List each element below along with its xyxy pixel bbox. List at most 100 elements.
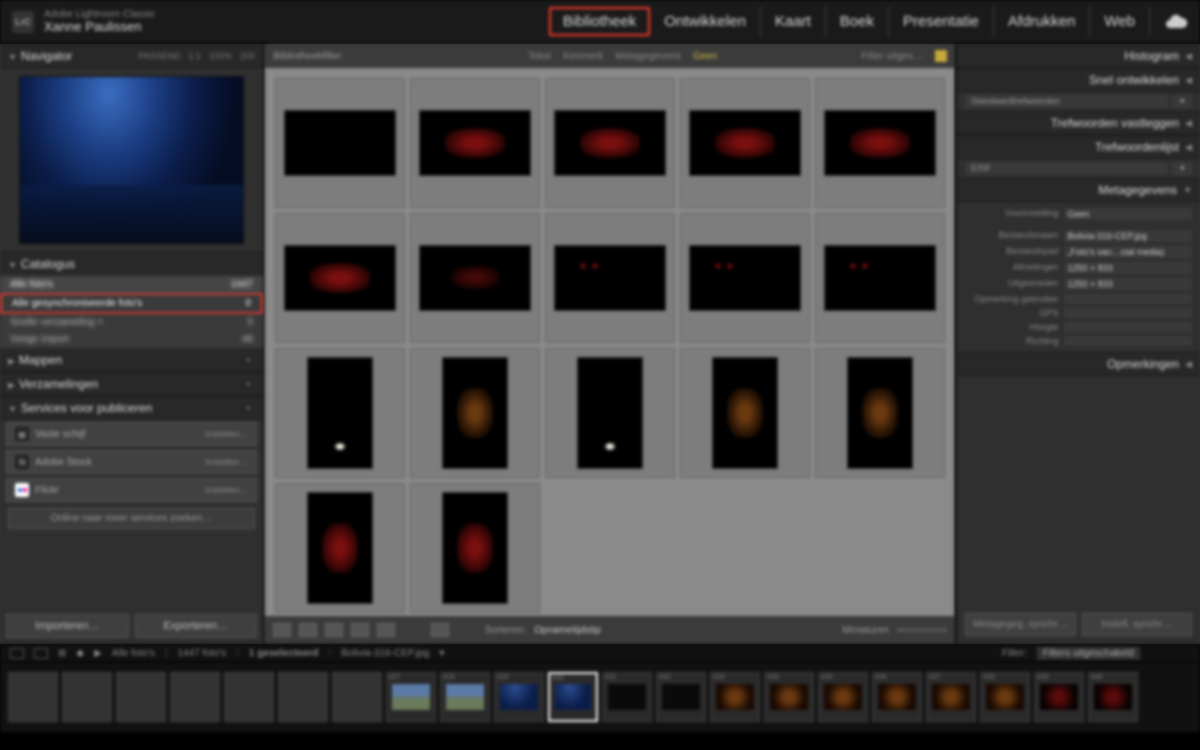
view-people-icon[interactable] — [377, 623, 395, 637]
cloud-sync-icon[interactable] — [1164, 10, 1188, 34]
grid-cell[interactable] — [275, 213, 405, 343]
metadata-header[interactable]: Metagegevens▼ — [957, 178, 1200, 202]
filmstrip-thumb[interactable] — [278, 672, 328, 722]
filmstrip-thumb[interactable] — [62, 672, 112, 722]
module-web[interactable]: Web — [1090, 7, 1150, 36]
meta-preset[interactable]: EXIF — [965, 162, 1168, 175]
module-bibliotheek[interactable]: Bibliotheek — [549, 7, 650, 36]
second-window-2-icon[interactable] — [34, 648, 48, 659]
module-afdrukken[interactable]: Afdrukken — [994, 7, 1091, 36]
grid-cell[interactable] — [815, 348, 945, 478]
view-loupe-icon[interactable] — [299, 623, 317, 637]
filmstrip-thumb[interactable]: 440 — [1088, 672, 1138, 722]
import-button[interactable]: Importeren… — [6, 614, 129, 638]
module-presentatie[interactable]: Presentatie — [889, 7, 994, 36]
filmstrip-thumb[interactable] — [8, 672, 58, 722]
publish-hdd[interactable]: ▤ Vaste schijf Instellen… — [6, 422, 257, 446]
filmstrip-thumb[interactable] — [332, 672, 382, 722]
thumbnail[interactable] — [824, 245, 937, 312]
filmstrip-thumb[interactable] — [116, 672, 166, 722]
view-grid-icon[interactable] — [273, 623, 291, 637]
grid-view[interactable] — [265, 68, 955, 616]
thumbnail[interactable] — [284, 245, 397, 312]
grid-cell[interactable] — [815, 213, 945, 343]
grid-cell[interactable] — [275, 348, 405, 478]
grid-cell[interactable] — [545, 213, 675, 343]
keywordlist-header[interactable]: Trefwoordenlijst◀ — [957, 135, 1200, 159]
filter-tab-meta[interactable]: Metagegevens — [615, 51, 681, 62]
navigator-header[interactable]: ▼Navigator PASSEND 1:1 100% 200 — [0, 44, 263, 68]
filter-tab-none[interactable]: Geen — [693, 51, 717, 62]
view-survey-icon[interactable] — [351, 623, 369, 637]
catalog-row-quick[interactable]: Snelle verzameling + 5 — [0, 314, 263, 331]
grid-cell[interactable] — [545, 78, 675, 208]
collections-header[interactable]: ▶Verzamelingen+ — [0, 372, 263, 396]
thumbnail[interactable] — [284, 110, 397, 177]
keywording-header[interactable]: Trefwoorden vastleggen◀ — [957, 111, 1200, 135]
filmstrip-thumb[interactable]: 439 — [1034, 672, 1084, 722]
nav-mode-100[interactable]: 100% — [209, 51, 232, 61]
export-button[interactable]: Exporteren… — [135, 614, 258, 638]
filmstrip[interactable]: 4274284294304314324334344354364374384394… — [0, 662, 1200, 732]
publish-flickr[interactable]: Flickr Instellen… — [6, 478, 257, 502]
grid-cell[interactable] — [410, 483, 540, 613]
filmstrip-thumb[interactable]: 435 — [818, 672, 868, 722]
thumbnail[interactable] — [307, 357, 374, 470]
painter-icon[interactable] — [431, 623, 449, 637]
module-kaart[interactable]: Kaart — [761, 7, 826, 36]
thumbnail[interactable] — [554, 245, 667, 312]
publish-find-more[interactable]: Online naar meer services zoeken… — [8, 508, 255, 529]
filmstrip-thumb[interactable]: 434 — [764, 672, 814, 722]
nav-mode-11[interactable]: 1:1 — [188, 51, 201, 61]
thumbnail[interactable] — [824, 110, 937, 177]
module-ontwikkelen[interactable]: Ontwikkelen — [650, 7, 761, 36]
thumbnail[interactable] — [554, 110, 667, 177]
catalog-row-all[interactable]: Alle foto's 1447 — [0, 276, 263, 293]
sync-metadata-button[interactable]: Metagegeg. synchr… — [965, 613, 1076, 636]
filmstrip-thumb[interactable]: 431 — [602, 672, 652, 722]
filter-lock-icon[interactable] — [935, 50, 947, 62]
grid-cell[interactable] — [680, 213, 810, 343]
thumbnail[interactable] — [847, 357, 914, 470]
histogram-header[interactable]: Histogram◀ — [957, 44, 1200, 68]
comments-header[interactable]: Opmerkingen◀ — [957, 352, 1200, 376]
thumbnail[interactable] — [577, 357, 644, 470]
publish-adobe-stock[interactable]: St Adobe Stock Instellen… — [6, 450, 257, 474]
view-compare-icon[interactable] — [325, 623, 343, 637]
grid-cell[interactable] — [275, 78, 405, 208]
grid-cell[interactable] — [815, 78, 945, 208]
meta-preset-value[interactable]: Geen — [1064, 208, 1192, 220]
filmstrip-thumb[interactable]: 438 — [980, 672, 1030, 722]
grid-cell[interactable] — [275, 483, 405, 613]
nav-mode-fit[interactable]: PASSEND — [138, 51, 180, 61]
thumbnail[interactable] — [419, 245, 532, 312]
thumbnail[interactable] — [442, 492, 509, 605]
grid-cell[interactable] — [410, 78, 540, 208]
catalog-row-prev-import[interactable]: Vorige import 48 — [0, 331, 263, 348]
thumbnail[interactable] — [712, 357, 779, 470]
publish-header[interactable]: ▼Services voor publiceren+ — [0, 396, 263, 420]
sync-settings-button[interactable]: Instell. synchr… — [1082, 613, 1193, 636]
grid-cell[interactable] — [680, 78, 810, 208]
filmstrip-thumb[interactable]: 428 — [440, 672, 490, 722]
thumb-size-slider[interactable] — [897, 628, 947, 632]
filmstrip-thumb[interactable]: 436 — [872, 672, 922, 722]
thumbnail[interactable] — [689, 245, 802, 312]
filmstrip-thumb[interactable]: 437 — [926, 672, 976, 722]
keyword-preset[interactable]: Standaardtrefwoorden — [965, 95, 1168, 108]
filmstrip-thumb[interactable]: 430 — [548, 672, 598, 722]
grid-cell[interactable] — [545, 348, 675, 478]
sort-value[interactable]: Opnametijdstip — [534, 625, 601, 636]
filmstrip-thumb[interactable]: 429 — [494, 672, 544, 722]
catalog-row-synced[interactable]: Alle gesynchroniseerde foto's 0 — [0, 293, 263, 314]
filmstrip-thumb[interactable]: 432 — [656, 672, 706, 722]
catalog-header[interactable]: ▼Catalogus — [0, 252, 263, 276]
quick-dev-header[interactable]: Snel ontwikkelen◀ — [957, 68, 1200, 92]
module-boek[interactable]: Boek — [826, 7, 889, 36]
second-window-icon[interactable] — [10, 648, 24, 659]
grid-cell[interactable] — [410, 213, 540, 343]
filter-tab-text[interactable]: Tekst — [528, 51, 551, 62]
filmstrip-thumb[interactable] — [224, 672, 274, 722]
filter-preset[interactable]: Filter uitges… — [861, 51, 923, 62]
grid-cell[interactable] — [680, 348, 810, 478]
